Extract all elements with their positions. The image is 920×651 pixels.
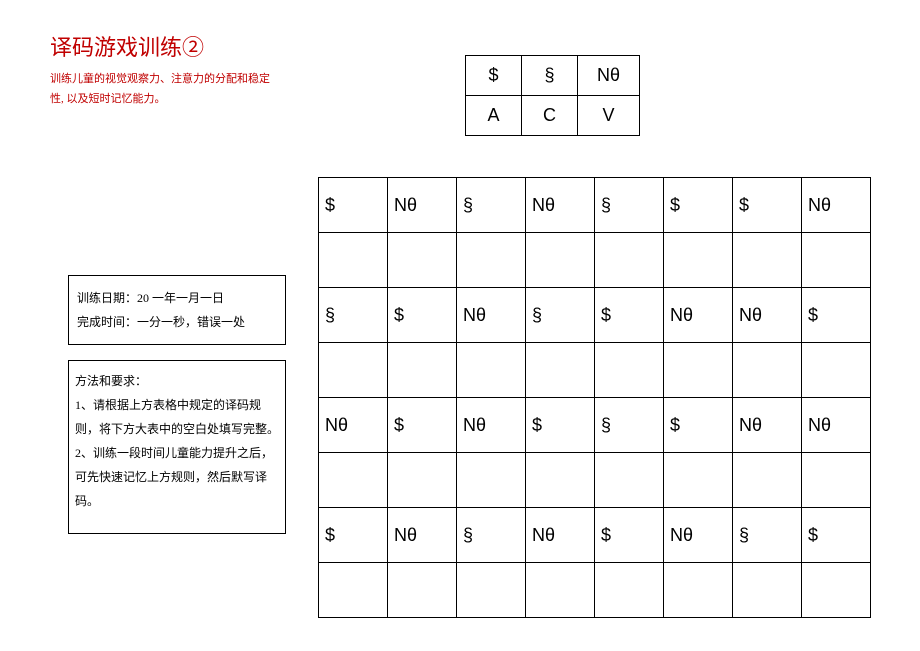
cell: §: [733, 508, 802, 563]
cell[interactable]: [457, 563, 526, 618]
cell: $: [319, 178, 388, 233]
page-title: 译码游戏训练②: [50, 30, 870, 62]
key-symbol-0: $: [466, 56, 522, 96]
cell: $: [526, 398, 595, 453]
cell[interactable]: [733, 343, 802, 398]
cell[interactable]: [319, 343, 388, 398]
cell: §: [595, 178, 664, 233]
cell: Nθ: [388, 508, 457, 563]
cell[interactable]: [595, 233, 664, 288]
page-subtitle: 训练儿童的视觉观察力、注意力的分配和稳定性, 以及短时记忆能力。: [50, 70, 280, 110]
cell: $: [802, 508, 871, 563]
cell: $: [595, 288, 664, 343]
cell[interactable]: [664, 343, 733, 398]
cell[interactable]: [526, 453, 595, 508]
cell[interactable]: [319, 233, 388, 288]
cell[interactable]: [664, 453, 733, 508]
cell: $: [664, 178, 733, 233]
cell: Nθ: [802, 178, 871, 233]
cell[interactable]: [802, 343, 871, 398]
cell: $: [595, 508, 664, 563]
cell[interactable]: [526, 563, 595, 618]
cell: Nθ: [802, 398, 871, 453]
main-grid: $Nθ§Nθ§$$Nθ §$Nθ§$NθNθ$ Nθ$Nθ$§$NθNθ $Nθ…: [318, 177, 871, 618]
cell: Nθ: [733, 288, 802, 343]
completion-time: 完成时间：一分一秒，错误一处: [77, 310, 277, 334]
cell[interactable]: [595, 563, 664, 618]
method-item-2: 2、训练一段时间儿童能力提升之后，可先快速记忆上方规则，然后默写译码。: [75, 441, 279, 513]
cell: Nθ: [457, 398, 526, 453]
cell: Nθ: [664, 508, 733, 563]
cell[interactable]: [457, 343, 526, 398]
cell: $: [319, 508, 388, 563]
cell: $: [733, 178, 802, 233]
cell[interactable]: [319, 453, 388, 508]
cell: §: [319, 288, 388, 343]
cell[interactable]: [802, 563, 871, 618]
cell: $: [388, 288, 457, 343]
cell: Nθ: [388, 178, 457, 233]
cell: Nθ: [319, 398, 388, 453]
cell[interactable]: [733, 563, 802, 618]
method-box: 方法和要求： 1、请根据上方表格中规定的译码规则，将下方大表中的空白处填写完整。…: [68, 360, 286, 534]
cell[interactable]: [457, 453, 526, 508]
cell[interactable]: [388, 453, 457, 508]
cell[interactable]: [664, 563, 733, 618]
cell[interactable]: [457, 233, 526, 288]
training-date: 训练日期：20 一年一月一日: [77, 286, 277, 310]
cell[interactable]: [802, 453, 871, 508]
key-letter-1: C: [522, 96, 578, 136]
cell[interactable]: [595, 343, 664, 398]
cell[interactable]: [526, 343, 595, 398]
cell[interactable]: [388, 563, 457, 618]
cell[interactable]: [802, 233, 871, 288]
cell: $: [664, 398, 733, 453]
cell: Nθ: [526, 508, 595, 563]
cell: $: [802, 288, 871, 343]
cell[interactable]: [388, 343, 457, 398]
method-item-1: 1、请根据上方表格中规定的译码规则，将下方大表中的空白处填写完整。: [75, 393, 279, 441]
method-heading: 方法和要求：: [75, 369, 279, 393]
cell[interactable]: [595, 453, 664, 508]
key-symbol-2: Nθ: [578, 56, 640, 96]
key-symbol-1: §: [522, 56, 578, 96]
cell[interactable]: [733, 453, 802, 508]
key-letter-0: A: [466, 96, 522, 136]
cell: Nθ: [664, 288, 733, 343]
cell: Nθ: [526, 178, 595, 233]
key-table: $ § Nθ A C V: [465, 55, 640, 136]
cell[interactable]: [388, 233, 457, 288]
cell: Nθ: [457, 288, 526, 343]
cell: §: [457, 178, 526, 233]
cell: §: [457, 508, 526, 563]
key-letter-2: V: [578, 96, 640, 136]
cell[interactable]: [526, 233, 595, 288]
cell[interactable]: [319, 563, 388, 618]
cell[interactable]: [733, 233, 802, 288]
info-box: 训练日期：20 一年一月一日 完成时间：一分一秒，错误一处: [68, 275, 286, 345]
cell: §: [526, 288, 595, 343]
cell: Nθ: [733, 398, 802, 453]
cell: $: [388, 398, 457, 453]
cell[interactable]: [664, 233, 733, 288]
cell: §: [595, 398, 664, 453]
